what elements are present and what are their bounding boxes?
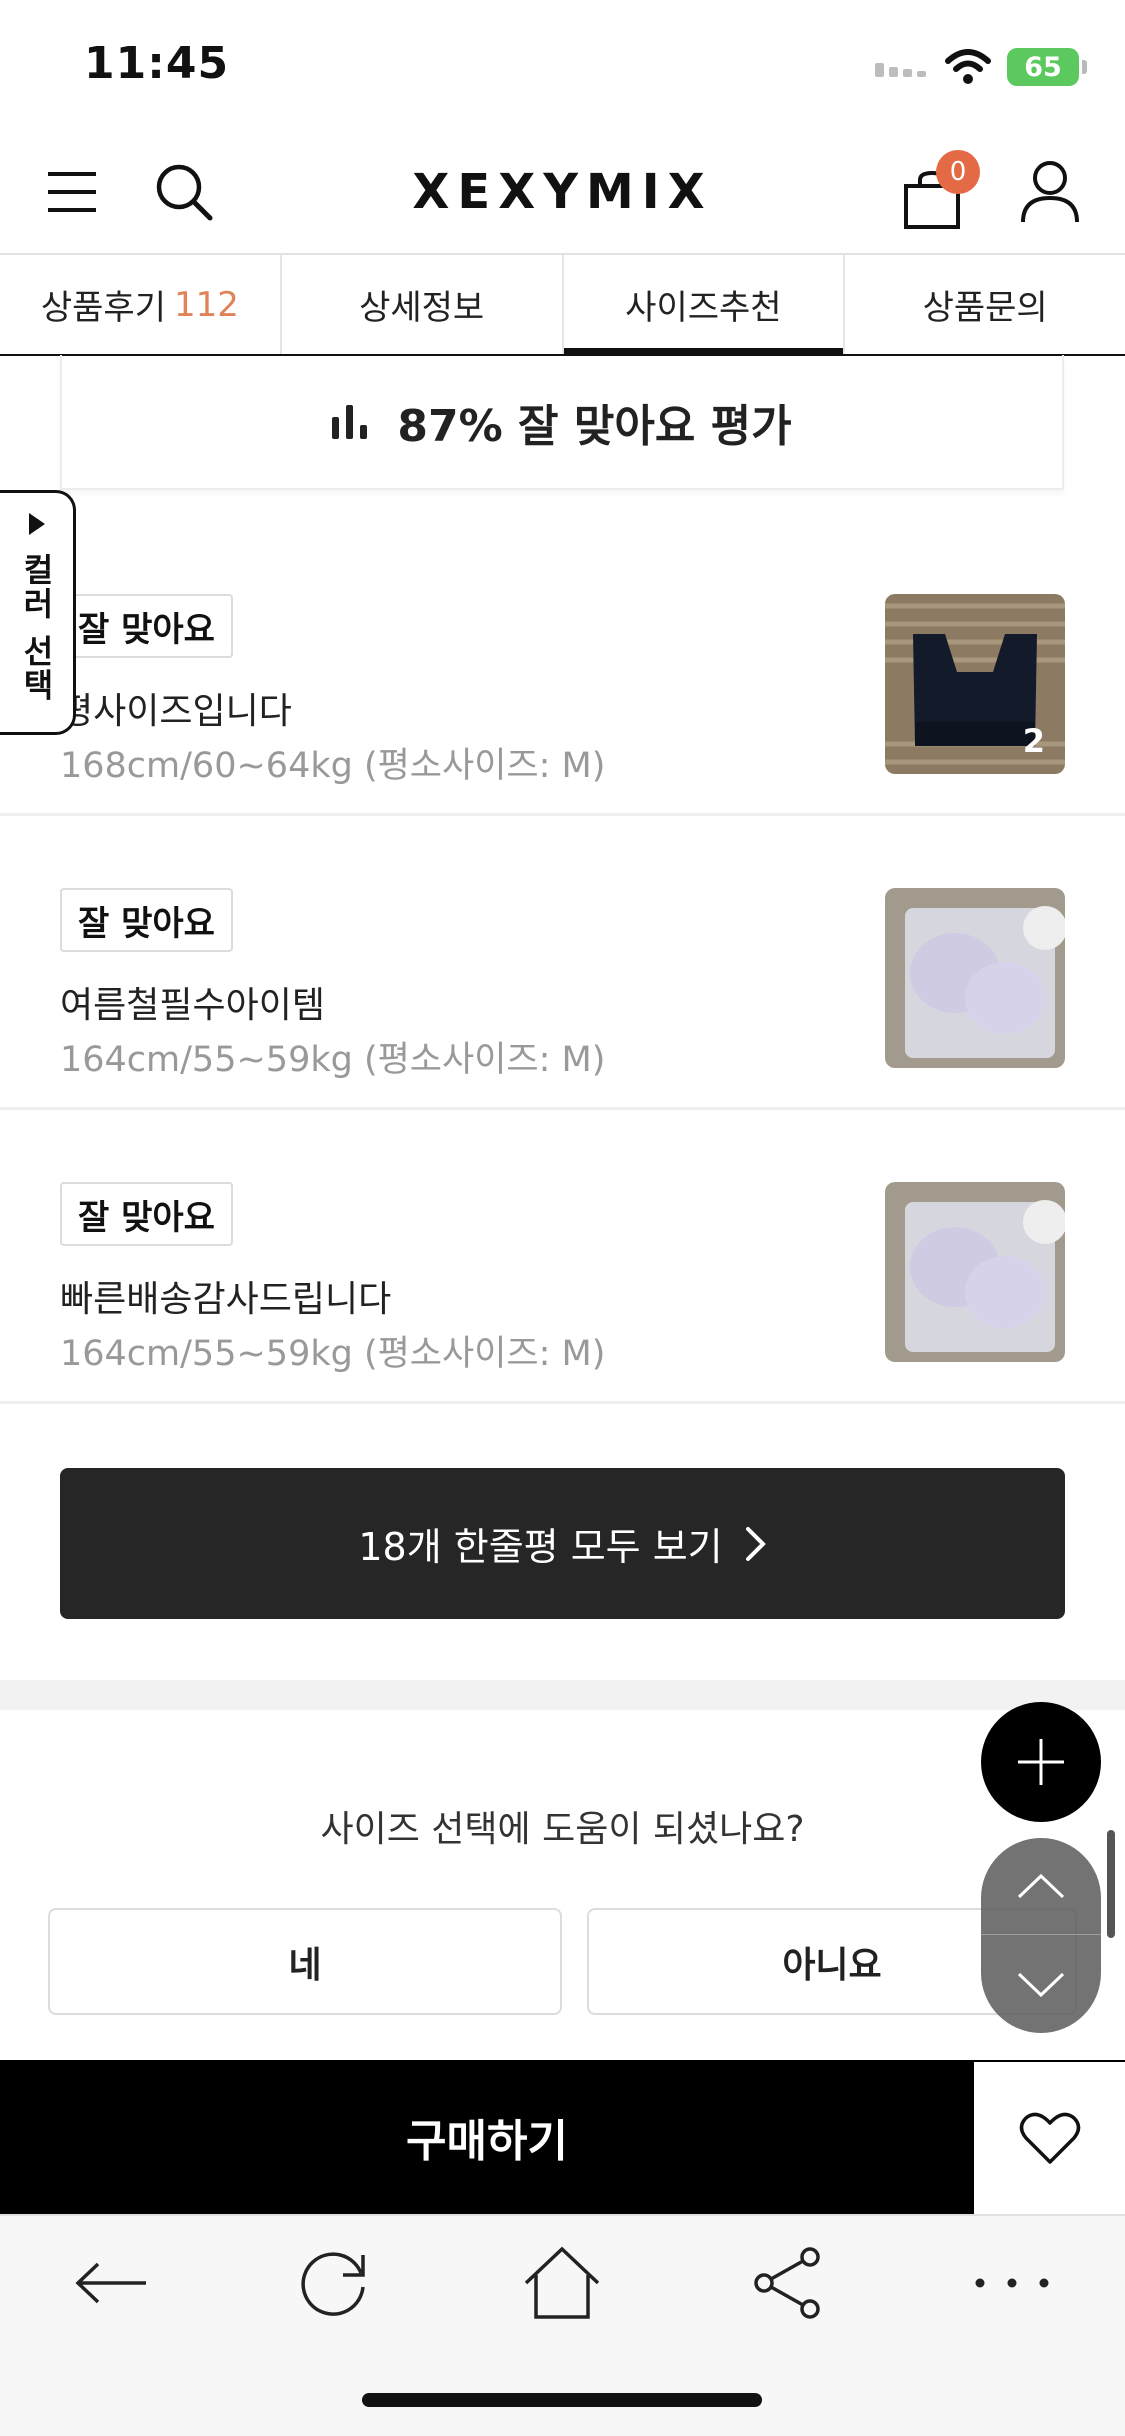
scroll-up-button[interactable] xyxy=(981,1838,1101,1935)
review-text: 빠른배송감사드립니다 xyxy=(60,1279,392,1320)
status-icons: 65 xyxy=(875,48,1087,86)
play-triangle-icon xyxy=(28,513,45,535)
fit-summary: 87% 잘 맞아요 평가 xyxy=(60,355,1064,490)
product-tabs: 상품후기 112 상세정보 사이즈추천 상품문의 xyxy=(0,253,1125,356)
scroll-down-button[interactable] xyxy=(981,1936,1101,2033)
heart-icon xyxy=(1019,2112,1080,2164)
tab-size-recommend[interactable]: 사이즈추천 xyxy=(563,255,846,356)
tab-inquiry[interactable]: 상품문의 xyxy=(845,255,1125,354)
review-item[interactable]: 잘 맞아요 빠른배송감사드립니다 164cm/55~59kg (평소사이즈: M… xyxy=(0,1110,1125,1404)
buy-label: 구매하기 xyxy=(406,2116,568,2167)
review-text: 여름철필수아이템 xyxy=(60,985,325,1026)
color-select-label: 컬러 선택 xyxy=(17,553,56,703)
chevron-right-icon xyxy=(745,1526,766,1561)
bar-chart-icon xyxy=(332,404,368,439)
review-count: 112 xyxy=(173,284,239,325)
review-photo[interactable]: 2 xyxy=(885,594,1065,774)
more-dots-icon[interactable] xyxy=(964,2235,1060,2331)
scrollbar[interactable] xyxy=(1107,1830,1115,1938)
status-time: 11:45 xyxy=(84,38,230,89)
buy-button[interactable]: 구매하기 xyxy=(0,2060,974,2214)
fit-badge: 잘 맞아요 xyxy=(60,594,233,658)
fit-badge: 잘 맞아요 xyxy=(60,1182,233,1246)
plus-button[interactable] xyxy=(981,1702,1101,1822)
tab-details-label: 상세정보 xyxy=(359,288,485,328)
photo-count: 2 xyxy=(1022,722,1045,760)
reviewer-info: 164cm/55~59kg (평소사이즈: M) xyxy=(60,1040,606,1080)
scroll-controls xyxy=(981,1838,1101,2033)
view-all-label: 18개 한줄평 모두 보기 xyxy=(358,1525,723,1569)
color-select-tab[interactable]: 컬러 선택 xyxy=(0,490,76,735)
battery-indicator: 65 xyxy=(1007,48,1087,86)
fit-badge: 잘 맞아요 xyxy=(60,888,233,952)
tab-size-label: 사이즈추천 xyxy=(625,288,782,328)
reviewer-info: 164cm/55~59kg (평소사이즈: M) xyxy=(60,1334,606,1374)
review-photo[interactable] xyxy=(885,1182,1065,1362)
plus-icon xyxy=(1018,1739,1064,1785)
user-icon[interactable] xyxy=(1018,160,1082,224)
tab-reviews-label: 상품후기 xyxy=(40,288,166,328)
review-photo[interactable] xyxy=(885,888,1065,1068)
chevron-up-icon xyxy=(1017,1873,1065,1899)
wishlist-button[interactable] xyxy=(974,2060,1125,2214)
tab-reviews[interactable]: 상품후기 112 xyxy=(0,255,282,354)
back-arrow-icon[interactable] xyxy=(64,2235,160,2331)
tab-inquiry-label: 상품문의 xyxy=(922,288,1048,328)
share-icon[interactable] xyxy=(740,2235,836,2331)
home-icon[interactable] xyxy=(514,2235,610,2331)
helpful-question: 사이즈 선택에 도움이 되셨나요? xyxy=(320,1809,805,1850)
reviewer-info: 168cm/60~64kg (평소사이즈: M) xyxy=(60,746,606,786)
yes-button[interactable]: 네 xyxy=(48,1908,562,2015)
section-divider xyxy=(0,1680,1125,1710)
home-indicator[interactable] xyxy=(362,2393,762,2407)
review-item[interactable]: 잘 맞아요 여름철필수아이템 164cm/55~59kg (평소사이즈: M) xyxy=(0,816,1125,1110)
yes-label: 네 xyxy=(288,1944,322,1986)
chevron-down-icon xyxy=(1017,1972,1065,1997)
signal-icon xyxy=(875,63,926,77)
battery-level: 65 xyxy=(1024,51,1062,83)
fit-summary-text: 87% 잘 맞아요 평가 xyxy=(397,400,792,452)
no-label: 아니요 xyxy=(782,1944,882,1986)
tab-details[interactable]: 상세정보 xyxy=(282,255,564,354)
review-text: 평사이즈입니다 xyxy=(60,691,292,732)
cart-count-badge: 0 xyxy=(936,150,980,194)
refresh-icon[interactable] xyxy=(287,2235,383,2331)
review-item[interactable]: 잘 맞아요 평사이즈입니다 168cm/60~64kg (평소사이즈: M) 2 xyxy=(0,522,1125,816)
wifi-icon xyxy=(945,49,991,84)
view-all-reviews-button[interactable]: 18개 한줄평 모두 보기 xyxy=(60,1468,1065,1619)
